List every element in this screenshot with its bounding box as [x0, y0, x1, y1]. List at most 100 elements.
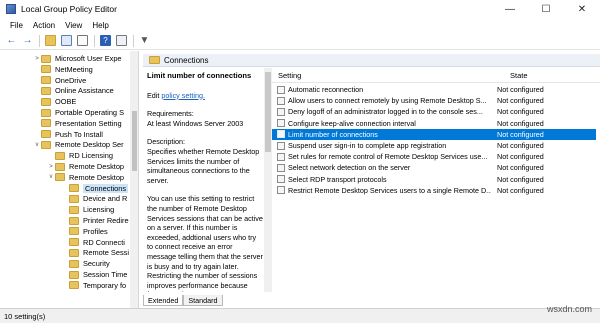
- status-text: 10 setting(s): [4, 311, 46, 321]
- edit-line: Edit policy setting.: [147, 91, 263, 101]
- tree-item-label: Session Time: [83, 270, 128, 279]
- content-header: Connections: [143, 54, 600, 67]
- policy-setting-icon: [277, 85, 285, 94]
- export-list-icon[interactable]: [75, 33, 90, 48]
- folder-icon: [41, 108, 51, 117]
- tree-item[interactable]: OneDrive: [33, 75, 86, 86]
- folder-icon: [55, 173, 65, 182]
- setting-row[interactable]: Restrict Remote Desktop Services users t…: [272, 185, 596, 196]
- tree-item-label: Profiles: [83, 226, 108, 236]
- tree-item[interactable]: Push To Install: [33, 129, 103, 140]
- scrollbar-thumb[interactable]: [132, 111, 137, 171]
- setting-row[interactable]: Automatic reconnection Not configured: [272, 84, 596, 95]
- setting-name: Select RDP transport protocols: [288, 174, 387, 184]
- tree-item[interactable]: Temporary fo: [61, 280, 126, 291]
- group-policy-app-icon: [6, 4, 16, 14]
- tree-item[interactable]: Licensing: [61, 204, 114, 215]
- tree-item[interactable]: Printer Redire: [61, 215, 129, 226]
- setting-row[interactable]: Set rules for remote control of Remote D…: [272, 151, 596, 162]
- description-label: Description:: [147, 137, 185, 147]
- up-folder-icon[interactable]: [43, 33, 58, 48]
- forward-arrow-icon[interactable]: →: [20, 33, 35, 48]
- column-header-setting[interactable]: Setting: [272, 71, 490, 80]
- minimize-button[interactable]: —: [492, 0, 528, 18]
- show-hide-tree-icon[interactable]: [59, 33, 74, 48]
- tree-item[interactable]: > Microsoft User Expe: [33, 53, 121, 64]
- content-header-title: Connections: [164, 55, 209, 65]
- tree-item[interactable]: Portable Operating S: [33, 107, 124, 118]
- setting-row[interactable]: Deny logoff of an administrator logged i…: [272, 106, 596, 117]
- setting-state: Not configured: [497, 152, 544, 162]
- tree-item[interactable]: v Remote Desktop: [47, 172, 125, 183]
- description-body: You can use this setting to restrict the…: [147, 194, 263, 292]
- maximize-button[interactable]: ☐: [528, 0, 564, 18]
- toolbar: ← → ? ▼: [0, 32, 600, 50]
- toolbar-separator: [133, 34, 134, 47]
- setting-row[interactable]: Limit number of connections Not configure…: [272, 128, 596, 140]
- tree-item-label: Connections: [83, 183, 129, 193]
- tree-item[interactable]: Profiles: [61, 226, 108, 237]
- setting-row[interactable]: Suspend user sign-in to complete app reg…: [272, 140, 596, 151]
- menu-view[interactable]: View: [60, 21, 87, 30]
- scrollbar-thumb[interactable]: [265, 72, 271, 152]
- policy-setting-icon: [277, 175, 285, 184]
- description-scrollbar[interactable]: [264, 68, 272, 292]
- menu-action[interactable]: Action: [28, 21, 60, 30]
- filter-icon[interactable]: ▼: [137, 33, 152, 48]
- properties-icon[interactable]: [114, 33, 129, 48]
- expanded-chevron-icon[interactable]: v: [47, 174, 55, 180]
- back-arrow-icon[interactable]: ←: [4, 33, 19, 48]
- setting-name: Deny logoff of an administrator logged i…: [288, 107, 483, 117]
- tree-item[interactable]: Remote Sessi: [61, 247, 129, 258]
- collapsed-chevron-icon[interactable]: >: [47, 164, 55, 170]
- tab-extended[interactable]: Extended: [143, 295, 184, 306]
- policy-setting-icon: [277, 152, 285, 161]
- setting-name: Limit number of connections: [288, 129, 378, 139]
- tree-item-label: Remote Desktop: [69, 172, 125, 182]
- setting-state: Not configured: [497, 185, 544, 195]
- requirements-value: At least Windows Server 2003: [147, 118, 244, 128]
- tree-item[interactable]: Device and R: [61, 193, 127, 204]
- help-icon[interactable]: ?: [98, 33, 113, 48]
- tree-item[interactable]: > Remote Desktop: [47, 161, 124, 172]
- setting-row[interactable]: Allow users to connect remotely by using…: [272, 95, 596, 106]
- folder-icon: [41, 65, 51, 74]
- setting-row[interactable]: Configure keep-alive connection interval…: [272, 118, 596, 129]
- folder-icon: [69, 259, 79, 268]
- tree-item[interactable]: Presentation Setting: [33, 118, 122, 129]
- tree-item[interactable]: Security: [61, 258, 110, 269]
- title-bar: Local Group Policy Editor — ☐ ✕: [0, 0, 600, 18]
- tree-item[interactable]: NetMeeting: [33, 64, 93, 75]
- tree-item[interactable]: RD Licensing: [47, 150, 113, 161]
- column-header-state[interactable]: State: [490, 71, 600, 80]
- tree-item-label: RD Licensing: [69, 151, 113, 161]
- tree-item[interactable]: RD Connecti: [61, 237, 125, 248]
- description-block: Description: Specifies whether Remote De…: [147, 137, 263, 185]
- tree-scrollbar[interactable]: [130, 51, 138, 308]
- view-tabs: Extended Standard: [143, 295, 223, 306]
- expanded-chevron-icon[interactable]: v: [33, 142, 41, 148]
- window-title: Local Group Policy Editor: [21, 4, 117, 14]
- setting-state: Not configured: [497, 141, 544, 150]
- menu-file[interactable]: File: [5, 21, 28, 30]
- edit-policy-link[interactable]: policy setting.: [161, 91, 205, 100]
- setting-row[interactable]: Select network detection on the server No…: [272, 162, 596, 173]
- setting-name: Set rules for remote control of Remote D…: [288, 152, 488, 162]
- tree-item[interactable]: OOBE: [33, 96, 76, 107]
- tree-item[interactable]: Connections: [61, 183, 129, 194]
- folder-icon: [41, 97, 51, 106]
- setting-name: Select network detection on the server: [288, 163, 411, 173]
- tree-item[interactable]: Online Assistance: [33, 85, 114, 96]
- navigation-tree: > Microsoft User Expe NetMeeting OneDrive On…: [0, 51, 139, 308]
- folder-icon: [69, 205, 79, 214]
- tree-item[interactable]: v Remote Desktop Ser: [33, 139, 124, 150]
- folder-icon: [41, 86, 51, 95]
- collapsed-chevron-icon[interactable]: >: [33, 56, 41, 62]
- tab-standard[interactable]: Standard: [183, 295, 223, 306]
- setting-row[interactable]: Select RDP transport protocols Not config…: [272, 174, 596, 185]
- close-button[interactable]: ✕: [564, 0, 600, 18]
- tree-item[interactable]: Session Time: [61, 269, 127, 280]
- requirements-label: Requirements:: [147, 109, 194, 119]
- watermark: wsxdn.com: [546, 304, 592, 314]
- menu-help[interactable]: Help: [87, 21, 113, 30]
